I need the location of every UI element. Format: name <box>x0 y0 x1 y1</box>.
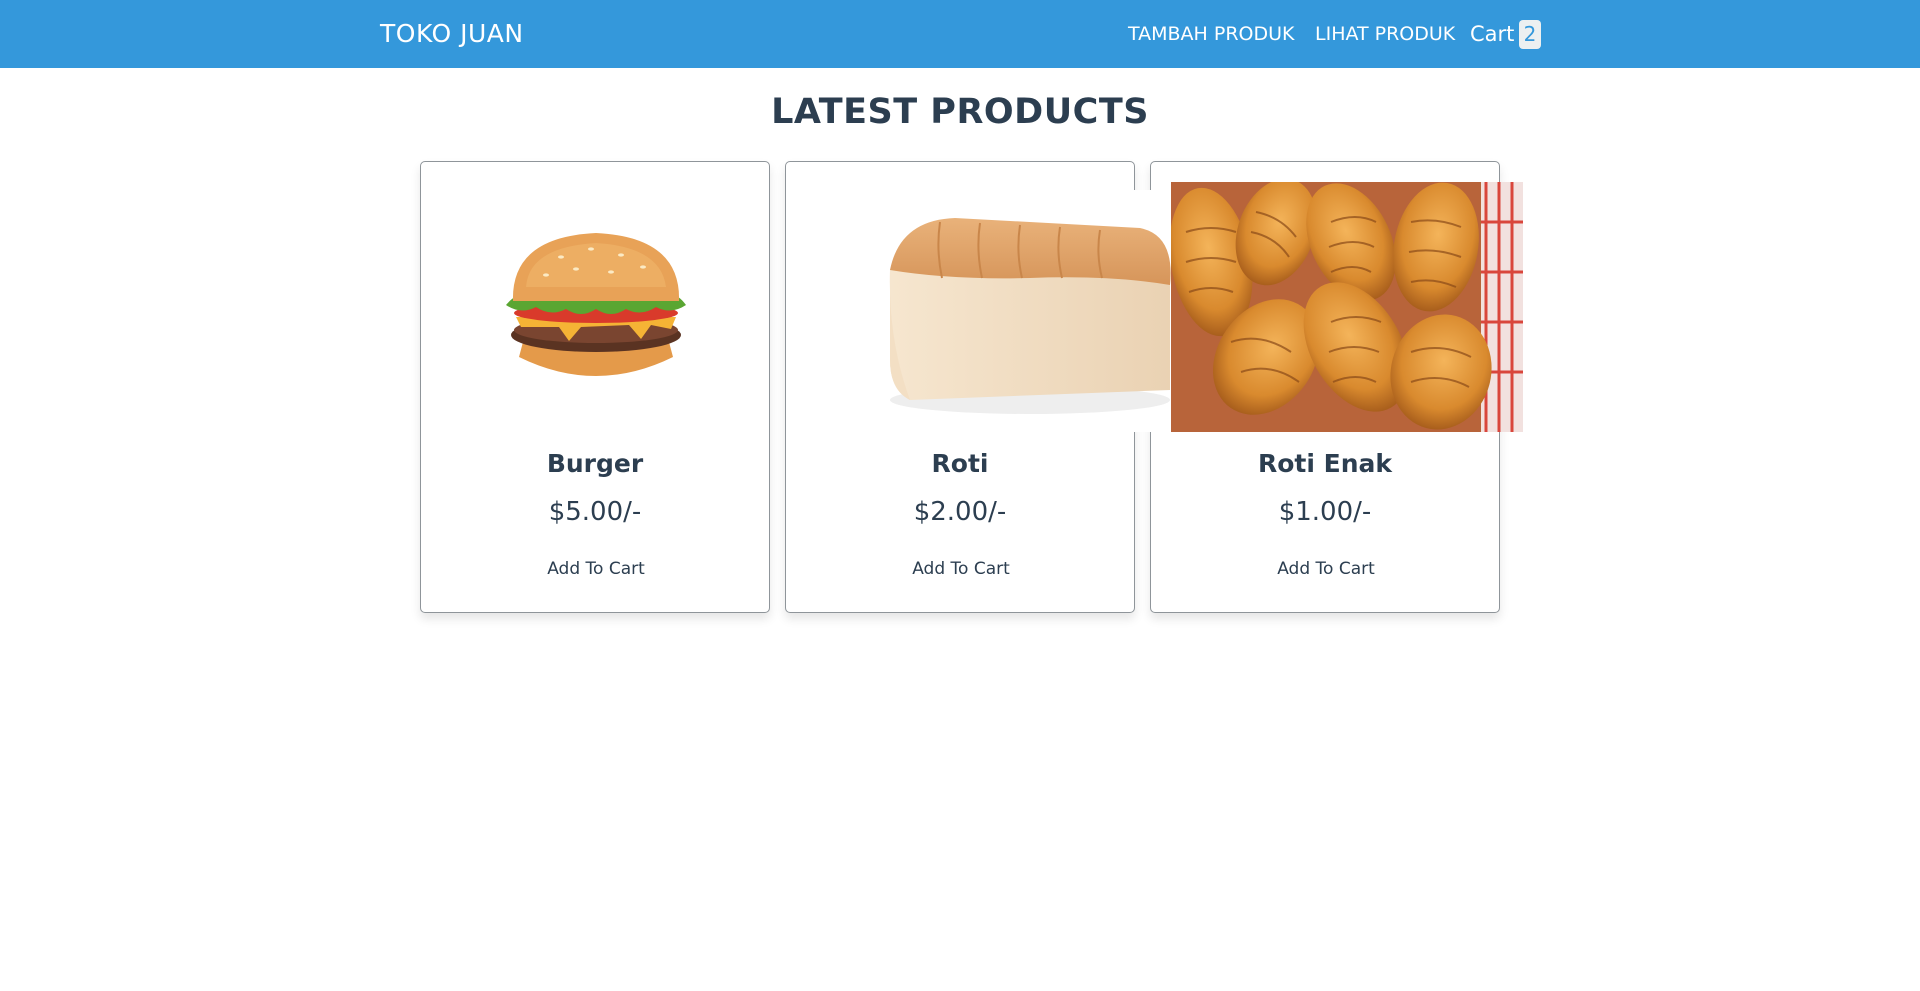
add-to-cart-button[interactable]: Add To Cart <box>891 552 1031 586</box>
sweet-rolls-image <box>1171 182 1523 432</box>
nav-lihat-produk[interactable]: LIHAT PRODUK <box>1315 0 1455 68</box>
brand-logo[interactable]: TOKO JUAN <box>380 0 524 68</box>
nav-cart[interactable]: Cart <box>1470 0 1514 68</box>
product-name: Burger <box>546 449 644 478</box>
product-price: $5.00/- <box>548 497 642 527</box>
product-price: $1.00/- <box>1278 497 1372 527</box>
bread-loaf-image <box>870 190 1175 432</box>
add-to-cart-button[interactable]: Add To Cart <box>526 552 666 586</box>
product-name: Roti Enak <box>1257 449 1393 478</box>
cart-count-badge[interactable]: 2 <box>1519 20 1541 49</box>
product-price: $2.00/- <box>913 497 1007 527</box>
nav-tambah-produk[interactable]: TAMBAH PRODUK <box>1128 0 1295 68</box>
top-navbar: TOKO JUAN TAMBAH PRODUK LIHAT PRODUK Car… <box>0 0 1920 68</box>
page-title: LATEST PRODUCTS <box>771 92 1149 132</box>
burger-image <box>471 217 721 387</box>
product-name: Roti <box>931 449 989 478</box>
add-to-cart-button[interactable]: Add To Cart <box>1256 552 1396 586</box>
product-card: Burger $5.00/- Add To Cart <box>420 161 770 613</box>
